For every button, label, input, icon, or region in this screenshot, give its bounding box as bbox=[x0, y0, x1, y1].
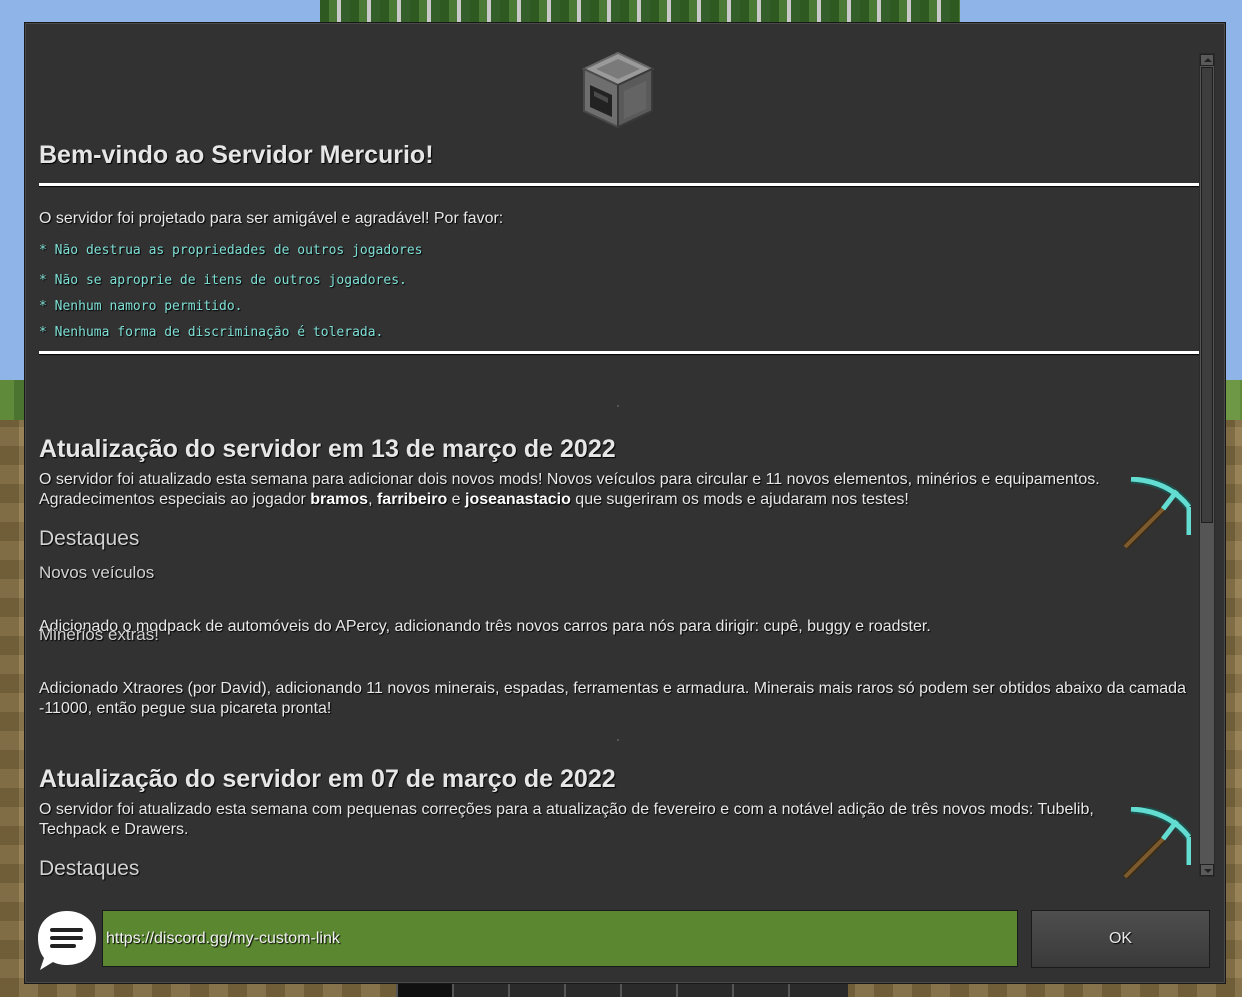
scroll-down-arrow-icon[interactable] bbox=[1200, 864, 1214, 876]
rule-item-3: * Nenhum namoro permitido. bbox=[39, 299, 243, 314]
welcome-intro: O servidor foi projetado para ser amigáv… bbox=[39, 210, 504, 227]
update-paragraph: O servidor foi atualizado esta semana co… bbox=[39, 801, 1094, 838]
url-input[interactable] bbox=[102, 910, 1018, 967]
update-paragraph: O servidor foi atualizado esta semana pa… bbox=[39, 471, 1100, 508]
scroll-up-arrow-icon[interactable] bbox=[1200, 54, 1214, 66]
player-name: bramos bbox=[310, 491, 369, 508]
scrollbar-thumb[interactable] bbox=[1201, 67, 1213, 523]
diamond-pickaxe-icon bbox=[1119, 804, 1193, 880]
player-name: joseanastacio bbox=[465, 491, 571, 508]
rule-item-4: * Nenhuma forma de discriminação é toler… bbox=[39, 325, 384, 340]
divider-bottom bbox=[39, 351, 1200, 354]
subsection-text: Adicionado Xtraores (por David), adicion… bbox=[39, 680, 1186, 717]
rule-item-2: * Não se aproprie de itens de outros jog… bbox=[39, 273, 407, 288]
diamond-pickaxe-icon bbox=[1119, 474, 1193, 550]
tree-leaves bbox=[320, 0, 960, 22]
player-name: farribeiro bbox=[376, 491, 448, 508]
news-content: Bem-vindo ao Servidor Mercurio! O servid… bbox=[39, 51, 1200, 901]
subsection-text: Adicionado o modpack de automóveis do AP… bbox=[39, 618, 931, 635]
separator-dot bbox=[617, 739, 619, 741]
rule-item-1: * Não destrua as propriedades de outros … bbox=[39, 243, 423, 258]
update-title: Atualização do servidor em 13 de março d… bbox=[39, 435, 616, 463]
furnace-icon bbox=[581, 51, 655, 129]
welcome-title: Bem-vindo ao Servidor Mercurio! bbox=[39, 141, 434, 169]
chat-bubble-icon[interactable] bbox=[36, 909, 98, 971]
update-title: Atualização do servidor em 07 de março d… bbox=[39, 765, 616, 793]
highlights-heading: Destaques bbox=[39, 527, 140, 550]
ok-button[interactable]: OK bbox=[1031, 910, 1210, 968]
separator-dot bbox=[617, 405, 619, 407]
news-dialog: Bem-vindo ao Servidor Mercurio! O servid… bbox=[24, 22, 1226, 984]
subsection-title: Minérios extras! bbox=[39, 625, 159, 644]
vertical-scrollbar[interactable] bbox=[1199, 53, 1215, 877]
highlights-heading: Destaques bbox=[39, 857, 140, 880]
subsection-title: Novos veículos bbox=[39, 563, 155, 582]
divider-top bbox=[39, 183, 1200, 186]
hotbar bbox=[396, 982, 848, 997]
